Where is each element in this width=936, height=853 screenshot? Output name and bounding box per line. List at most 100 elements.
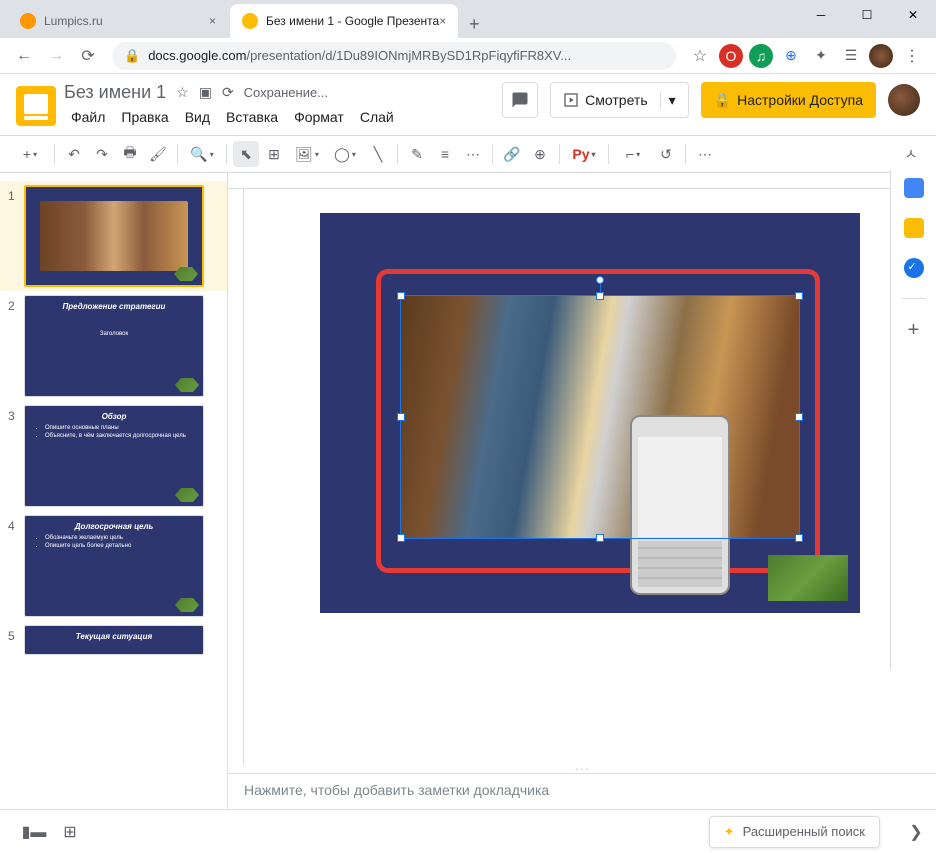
comments-button[interactable] [502, 82, 538, 118]
browser-tab[interactable]: Lumpics.ru × [8, 4, 228, 38]
window-maximize[interactable]: ☐ [844, 0, 890, 30]
share-button[interactable]: 🔒 Настройки Доступа [701, 82, 876, 118]
url-input[interactable]: 🔒 docs.google.com/presentation/d/1Du89IO… [112, 42, 676, 70]
slide-thumbnail[interactable]: Обзор Опишите основные планыОбъясните, в… [24, 405, 204, 507]
collapse-toolbar-button[interactable]: ㅅ [898, 141, 924, 167]
shape-button[interactable]: ◯ [327, 141, 363, 167]
explore-label: Расширенный поиск [743, 824, 865, 839]
extensions-menu-icon[interactable]: ✦ [809, 44, 833, 68]
account-avatar[interactable] [888, 84, 920, 116]
browser-titlebar: Lumpics.ru × Без имени 1 - Google Презен… [0, 0, 936, 38]
reset-image-button[interactable]: ↺ [653, 141, 679, 167]
calendar-icon[interactable] [904, 178, 924, 198]
add-addon-button[interactable]: + [908, 319, 920, 342]
present-label: Смотреть [585, 92, 647, 108]
slide-thumbnail-row[interactable]: 1 [0, 181, 227, 291]
sync-icon: ⟳ [222, 84, 234, 101]
new-tab-button[interactable]: + [460, 10, 488, 38]
zoom-button[interactable]: 🔍 [184, 141, 220, 167]
border-dash-button[interactable]: ⋯ [460, 141, 486, 167]
comment-add-button[interactable]: ⊕ [527, 141, 553, 167]
grid-view-button[interactable]: ⊞ [52, 818, 88, 846]
slide-thumbnail[interactable]: Долгосрочная цель Обозначьте желаемую це… [24, 515, 204, 617]
window-close[interactable]: ✕ [890, 0, 936, 30]
link-button[interactable]: 🔗 [499, 141, 525, 167]
more-button[interactable]: ⋯ [692, 141, 718, 167]
slide-decoration [768, 555, 848, 601]
select-tool[interactable]: ⬉ [233, 141, 259, 167]
slide-panel[interactable]: 1 2 Предложение стратегии Заголовок 3 Об… [0, 173, 228, 809]
profile-avatar[interactable] [869, 44, 893, 68]
border-color-button[interactable]: ✎ [404, 141, 430, 167]
reading-list-icon[interactable]: ☰ [839, 44, 863, 68]
crop-button[interactable]: ⌐ [615, 141, 651, 167]
ruler-horizontal[interactable] [228, 173, 936, 189]
close-icon[interactable]: × [209, 14, 216, 28]
slide-thumbnail-row[interactable]: 5 Текущая ситуация [0, 621, 227, 659]
document-title[interactable]: Без имени 1 [64, 82, 166, 103]
slide-thumbnail-row[interactable]: 4 Долгосрочная цель Обозначьте желаемую … [0, 511, 227, 621]
window-minimize[interactable]: ─ [798, 0, 844, 30]
bottom-bar: ▮▬ ⊞ ✦ Расширенный поиск ❯ [0, 809, 936, 853]
show-side-panel-button[interactable]: ❯ [904, 820, 928, 844]
border-weight-button[interactable]: ≡ [432, 141, 458, 167]
filmstrip-view-button[interactable]: ▮▬ [16, 818, 52, 846]
image-button[interactable]: 🖼 [289, 141, 325, 167]
explore-icon: ✦ [724, 824, 735, 840]
browser-tab-active[interactable]: Без имени 1 - Google Презента × [230, 4, 458, 38]
menu-file[interactable]: Файл [64, 105, 112, 129]
tasks-icon[interactable] [904, 258, 924, 278]
menu-edit[interactable]: Правка [114, 105, 175, 129]
reload-button[interactable]: ⟳ [74, 42, 102, 70]
slide-number: 5 [8, 625, 24, 655]
slide-number: 2 [8, 295, 24, 397]
star-icon[interactable]: ☆ [176, 84, 189, 101]
slide-thumbnail[interactable]: Предложение стратегии Заголовок [24, 295, 204, 397]
selected-image[interactable] [400, 295, 800, 539]
slide-thumbnail-row[interactable]: 2 Предложение стратегии Заголовок [0, 291, 227, 401]
slide-thumbnail[interactable] [24, 185, 204, 287]
comment-icon [511, 91, 529, 109]
browser-menu-icon[interactable]: ⋮ [898, 42, 926, 70]
extension-icon[interactable]: ⊕ [779, 44, 803, 68]
bookmark-icon[interactable]: ☆ [686, 42, 714, 70]
forward-button[interactable]: → [42, 42, 70, 70]
ruler-vertical[interactable] [228, 189, 244, 765]
extension-icon[interactable]: O [719, 44, 743, 68]
keep-icon[interactable] [904, 218, 924, 238]
line-button[interactable]: ╲ [365, 141, 391, 167]
tab-title: Lumpics.ru [44, 14, 103, 28]
textbox-button[interactable]: ⊞ [261, 141, 287, 167]
share-label: Настройки Доступа [737, 92, 863, 108]
slide[interactable] [320, 213, 860, 613]
print-button[interactable]: 🖶 [117, 141, 143, 167]
extension-icon[interactable]: ♫ [749, 44, 773, 68]
present-button[interactable]: Смотреть ▾ [550, 82, 688, 118]
redo-button[interactable]: ↷ [89, 141, 115, 167]
menu-slide[interactable]: Слай [353, 105, 401, 129]
speaker-notes[interactable]: Нажмите, чтобы добавить заметки докладчи… [228, 773, 936, 809]
explore-button[interactable]: ✦ Расширенный поиск [709, 816, 880, 848]
back-button[interactable]: ← [10, 42, 38, 70]
close-icon[interactable]: × [439, 14, 446, 28]
saving-status: Сохранение... [244, 85, 328, 100]
menu-format[interactable]: Формат [287, 105, 351, 129]
new-slide-button[interactable]: + [12, 141, 48, 167]
slide-thumbnail-row[interactable]: 3 Обзор Опишите основные планыОбъясните,… [0, 401, 227, 511]
notes-drag-handle[interactable]: • • • [228, 765, 936, 773]
chevron-down-icon[interactable]: ▾ [660, 92, 684, 109]
paint-format-button[interactable]: 🖌 [145, 141, 171, 167]
slide-thumbnail[interactable]: Текущая ситуация [24, 625, 204, 655]
replace-image-button[interactable]: Py [566, 141, 602, 167]
move-icon[interactable]: ▣ [199, 84, 212, 101]
canvas-area: • • • Нажмите, чтобы добавить заметки до… [228, 173, 936, 809]
side-panel: + [890, 170, 936, 670]
slide-canvas[interactable] [244, 189, 936, 765]
menu-insert[interactable]: Вставка [219, 105, 285, 129]
menu-view[interactable]: Вид [178, 105, 217, 129]
tab-title: Без имени 1 - Google Презента [266, 14, 439, 28]
undo-button[interactable]: ↶ [61, 141, 87, 167]
play-icon [563, 92, 579, 108]
slides-logo[interactable] [16, 86, 56, 126]
url-path: /presentation/d/1Du89IONmjMRBySD1RpFiqyf… [246, 48, 571, 63]
